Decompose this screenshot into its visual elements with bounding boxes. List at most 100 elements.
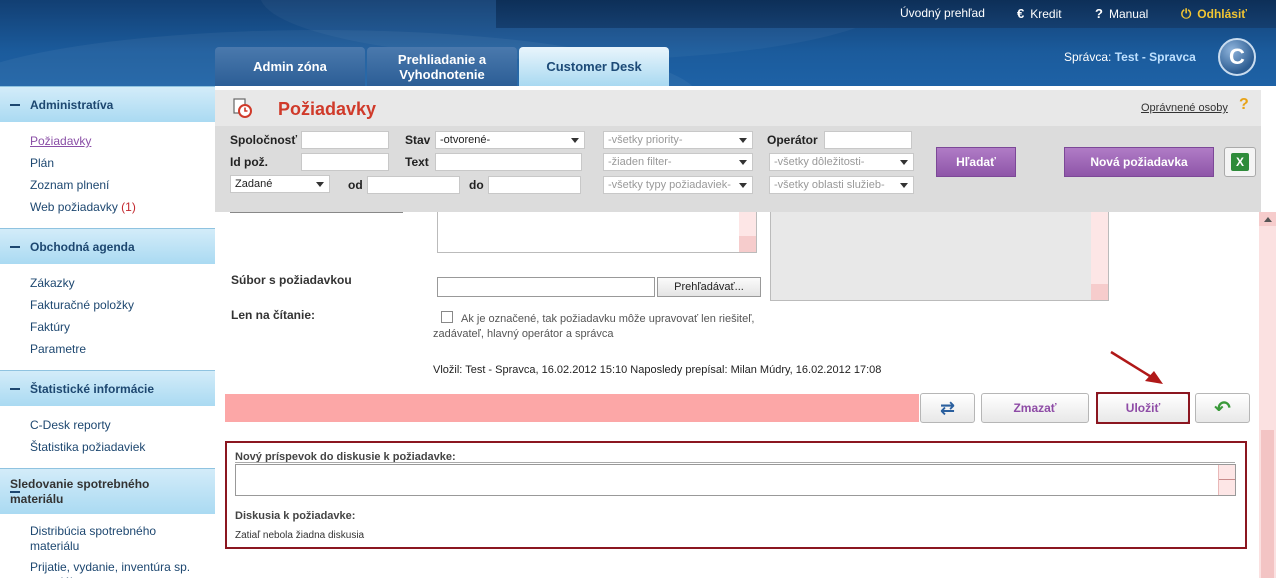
credit-link[interactable]: € Kredit bbox=[1017, 6, 1062, 21]
field-border bbox=[230, 212, 403, 213]
collapse-icon bbox=[10, 387, 20, 390]
logout-link[interactable]: ⏻ Odhlásiť bbox=[1181, 6, 1247, 22]
excel-export-button[interactable]: X bbox=[1224, 147, 1256, 177]
sidebar-section-body: Zákazky Fakturačné položky Faktúry Param… bbox=[0, 264, 215, 370]
sidebar-section-statistics[interactable]: Štatistické informácie bbox=[0, 370, 215, 406]
sidebar-item-invoices[interactable]: Faktúry bbox=[30, 316, 215, 338]
refresh-button[interactable]: ⇄ bbox=[920, 393, 975, 423]
authorized-persons-link[interactable]: Oprávnené osoby bbox=[1141, 102, 1228, 114]
swap-arrows-icon: ⇄ bbox=[939, 397, 956, 418]
operator-input[interactable] bbox=[824, 131, 912, 149]
request-type-select[interactable]: -všetky typy požiadaviek- bbox=[603, 176, 753, 194]
sidebar-section-body: Požiadavky Plán Zoznam plnení Web požiad… bbox=[0, 122, 215, 228]
sidebar-item-plan[interactable]: Plán bbox=[30, 152, 215, 174]
sidebar-item-orders[interactable]: Zákazky bbox=[30, 272, 215, 294]
excel-icon: X bbox=[1231, 153, 1249, 171]
sidebar-item-parameters[interactable]: Parametre bbox=[30, 338, 215, 360]
top-bar bbox=[496, 0, 1276, 28]
date-from-input[interactable] bbox=[367, 176, 460, 194]
scrollbar[interactable] bbox=[1091, 212, 1108, 300]
readonly-description: Ak je označené, tak požiadavku môže upra… bbox=[433, 313, 755, 340]
back-button[interactable]: ↶ bbox=[1195, 393, 1250, 423]
help-icon[interactable]: ? bbox=[1239, 96, 1249, 114]
sidebar-item-cdesk-reports[interactable]: C-Desk reporty bbox=[30, 414, 215, 436]
discussion-panel: Nový príspevok do diskusie k požiadavke:… bbox=[225, 441, 1247, 549]
chevron-down-icon bbox=[900, 160, 908, 165]
record-meta: Vložil: Test - Spravca, 16.02.2012 15:10… bbox=[433, 364, 882, 376]
notes-panel bbox=[770, 212, 1109, 301]
new-request-button[interactable]: Nová požiadavka bbox=[1064, 147, 1214, 177]
power-icon: ⏻ bbox=[1181, 6, 1192, 21]
chevron-down-icon bbox=[739, 183, 747, 188]
euro-icon: € bbox=[1017, 6, 1025, 21]
search-button[interactable]: Hľadať bbox=[936, 147, 1016, 177]
sidebar-item-invoice-items[interactable]: Fakturačné položky bbox=[30, 294, 215, 316]
scrollbar[interactable] bbox=[1218, 465, 1235, 495]
tab-customer-desk[interactable]: Customer Desk bbox=[519, 47, 669, 86]
chevron-down-icon bbox=[316, 182, 324, 187]
new-post-input[interactable] bbox=[235, 464, 1236, 496]
sidebar-section-administration[interactable]: Administratíva bbox=[0, 86, 215, 122]
question-icon: ? bbox=[1095, 6, 1103, 21]
page-title-bar: Požiadavky Oprávnené osoby ? bbox=[215, 90, 1261, 126]
status-bar bbox=[225, 394, 919, 422]
filter-panel: Spoločnosť Stav -otvorené- -všetky prior… bbox=[215, 126, 1261, 212]
company-label: Spoločnosť bbox=[230, 133, 298, 147]
highlight-frame bbox=[1096, 392, 1190, 424]
sidebar-item-web-requests[interactable]: Web požiadavky (1) bbox=[30, 196, 215, 218]
app-logo: C bbox=[1218, 38, 1256, 76]
delete-button[interactable]: Zmazať bbox=[981, 393, 1089, 423]
collapse-icon bbox=[10, 245, 20, 248]
saved-filter-select[interactable]: -žiaden filter- bbox=[603, 153, 753, 171]
text-label: Text bbox=[405, 155, 429, 169]
overview-link[interactable]: Úvodný prehľad bbox=[900, 6, 985, 20]
chevron-down-icon bbox=[900, 183, 908, 188]
sidebar-item-distribution[interactable]: Distribúcia spotrebného materiálu bbox=[30, 522, 205, 558]
status-select[interactable]: -otvorené- bbox=[435, 131, 585, 149]
sidebar-item-inventory[interactable]: Prijatie, vydanie, inventúra sp. materiá… bbox=[30, 558, 205, 578]
collapse-icon bbox=[10, 103, 20, 106]
sidebar-item-request-statistics[interactable]: Štatistika požiadaviek bbox=[30, 436, 215, 458]
service-area-select[interactable]: -všetky oblasti služieb- bbox=[769, 176, 914, 194]
file-label: Súbor s požiadavkou bbox=[231, 273, 352, 287]
scroll-up-icon[interactable] bbox=[1259, 212, 1276, 226]
date-to-label: do bbox=[469, 178, 484, 192]
sidebar-item-fulfillments[interactable]: Zoznam plnení bbox=[30, 174, 215, 196]
browse-button[interactable]: Prehľadávať... bbox=[657, 277, 761, 297]
chevron-down-icon bbox=[739, 138, 747, 143]
importance-select[interactable]: -všetky dôležitosti- bbox=[769, 153, 914, 171]
chevron-down-icon bbox=[739, 160, 747, 165]
tab-admin-zone[interactable]: Admin zóna bbox=[215, 47, 365, 86]
manual-link[interactable]: ? Manual bbox=[1095, 6, 1148, 21]
scroll-thumb[interactable] bbox=[1261, 430, 1274, 578]
readonly-label: Len na čítanie: bbox=[231, 308, 316, 322]
description-textarea[interactable] bbox=[437, 212, 757, 253]
date-from-label: od bbox=[348, 178, 363, 192]
sidebar-section-consumables[interactable]: Sledovanie spotrebného materiálu bbox=[0, 468, 215, 514]
page-scrollbar[interactable] bbox=[1259, 212, 1276, 578]
status-label: Stav bbox=[405, 133, 431, 147]
discussion-empty-text: Zatiaľ nebola žiadna diskusia bbox=[235, 530, 365, 541]
sidebar-section-body: Distribúcia spotrebného materiálu Prijat… bbox=[0, 514, 215, 578]
date-to-input[interactable] bbox=[488, 176, 581, 194]
discussion-label: Diskusia k požiadavke: bbox=[235, 510, 356, 522]
current-user: Správca: Test - Spravca bbox=[1064, 50, 1196, 64]
sidebar-section-business[interactable]: Obchodná agenda bbox=[0, 228, 215, 264]
sidebar-item-requests[interactable]: Požiadavky bbox=[30, 130, 215, 152]
priority-select[interactable]: -všetky priority- bbox=[603, 131, 753, 149]
operator-label: Operátor bbox=[767, 133, 818, 147]
annotation-arrow bbox=[1110, 350, 1163, 384]
clock-document-icon bbox=[233, 98, 252, 118]
app-header: Úvodný prehľad € Kredit ? Manual ⏻ Odhlá… bbox=[0, 0, 1276, 86]
request-id-input[interactable] bbox=[301, 153, 389, 171]
count-badge: (1) bbox=[121, 200, 136, 214]
company-input[interactable] bbox=[301, 131, 389, 149]
main-content: Požiadavky Oprávnené osoby ? Spoločnosť … bbox=[215, 86, 1276, 578]
page-title: Požiadavky bbox=[278, 99, 377, 119]
date-type-select[interactable]: Zadané bbox=[230, 175, 330, 193]
file-input[interactable] bbox=[437, 277, 655, 297]
scrollbar[interactable] bbox=[739, 212, 756, 252]
divider bbox=[235, 462, 1235, 463]
text-input[interactable] bbox=[435, 153, 582, 171]
tab-review-evaluation[interactable]: Prehliadanie a Vyhodnotenie bbox=[367, 47, 517, 86]
